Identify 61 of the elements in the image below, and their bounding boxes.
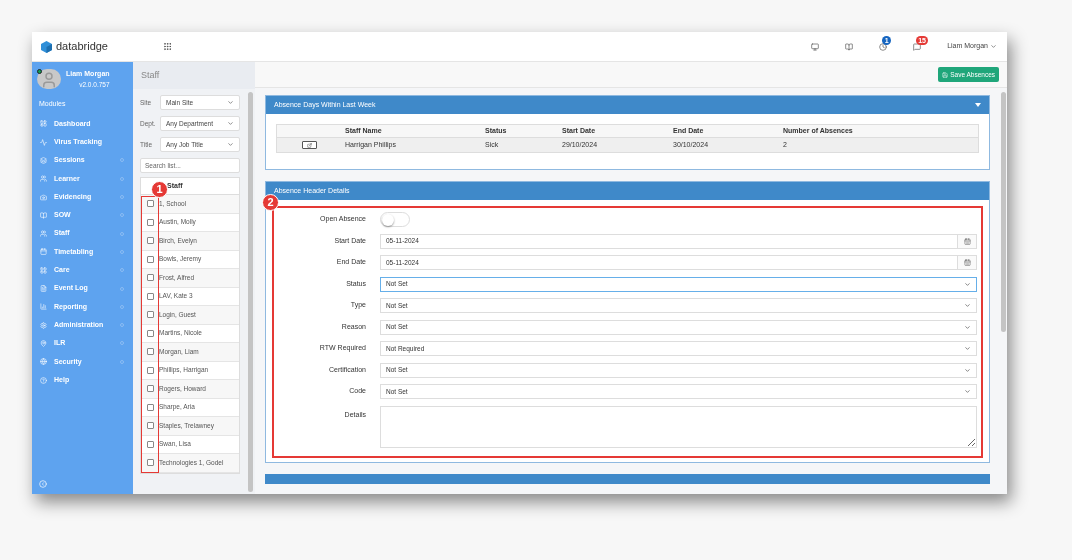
file-icon (40, 285, 47, 293)
checkbox[interactable] (146, 200, 154, 208)
checkbox[interactable] (146, 292, 154, 300)
checkbox[interactable] (146, 329, 154, 337)
help-icon (40, 376, 47, 384)
save-icon (942, 71, 949, 78)
settings-icon (40, 321, 47, 329)
caret-icon (964, 366, 971, 374)
users-icon (40, 230, 47, 238)
checkbox[interactable] (146, 440, 154, 448)
checkbox[interactable] (146, 366, 154, 374)
monitor-icon[interactable] (811, 42, 820, 51)
scrollbar-thumb[interactable] (1001, 92, 1006, 332)
open-record-button[interactable] (301, 141, 317, 149)
users-icon (40, 175, 47, 183)
collapse-caret-icon[interactable] (975, 103, 981, 107)
chart-icon (40, 120, 47, 128)
external-link-icon (306, 142, 312, 148)
calendar-icon[interactable] (963, 259, 971, 266)
pin-icon (40, 339, 47, 347)
caret-icon (964, 302, 971, 309)
camera-icon (40, 193, 47, 201)
chat-icon[interactable] (913, 42, 922, 51)
checkbox[interactable] (146, 459, 154, 467)
annotation-badge: 2 (262, 194, 279, 211)
collapse-icon[interactable] (39, 480, 47, 488)
checkbox[interactable] (146, 274, 154, 282)
caret-icon (964, 280, 971, 288)
calendar-icon (40, 248, 47, 256)
checkbox[interactable] (146, 422, 154, 430)
toggle-switch[interactable] (380, 212, 410, 227)
checkbox[interactable] (146, 348, 154, 356)
book-icon[interactable] (845, 42, 854, 51)
cube-logo-icon (41, 40, 52, 53)
caret-icon (964, 345, 971, 352)
caret-icon (227, 120, 234, 127)
panel-title: Staff (141, 68, 160, 82)
grid-icon (40, 266, 47, 274)
checkbox[interactable] (146, 311, 154, 319)
globe-icon (40, 358, 47, 366)
brand-name: databridge (56, 39, 108, 55)
checkbox[interactable] (146, 255, 154, 263)
apps-grid-icon[interactable] (163, 42, 172, 51)
checkbox[interactable] (146, 403, 154, 411)
layers-icon (40, 157, 47, 164)
caret-icon (964, 388, 971, 395)
checkbox[interactable] (146, 218, 154, 226)
avatar-icon (37, 69, 61, 90)
scrollbar-thumb[interactable] (247, 92, 253, 492)
bar-chart-icon (40, 303, 47, 311)
clock-icon[interactable] (879, 42, 888, 51)
calendar-icon[interactable] (963, 237, 971, 245)
caret-icon (990, 43, 997, 50)
pulse-icon (40, 138, 47, 146)
caret-icon (227, 141, 234, 148)
details-field[interactable] (380, 405, 977, 448)
checkbox[interactable] (146, 237, 154, 245)
book-icon (40, 211, 47, 219)
caret-icon (227, 99, 234, 106)
caret-icon (964, 323, 971, 331)
checkbox[interactable] (146, 385, 154, 393)
